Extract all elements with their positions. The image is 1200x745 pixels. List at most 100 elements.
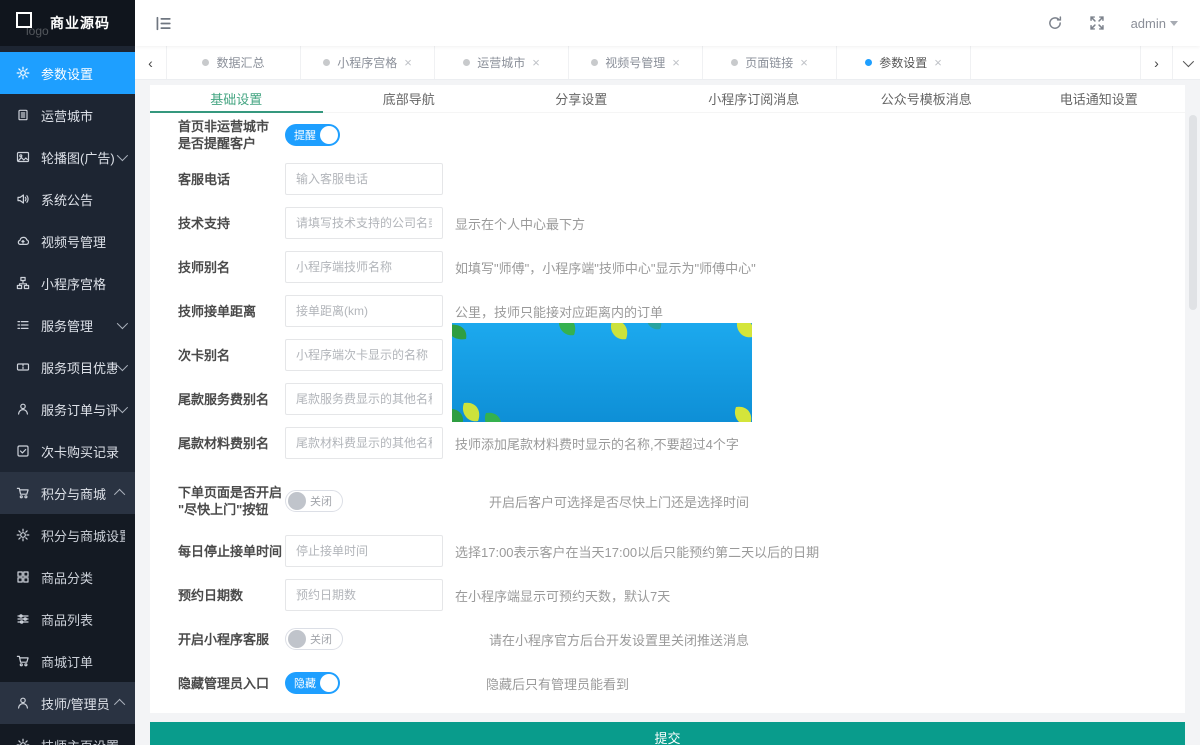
sidebar-item-12[interactable]: 商品分类 [0, 556, 135, 598]
sidebar-item-11[interactable]: 积分与商城设置 [0, 514, 135, 556]
window-tab-3[interactable]: 视频号管理× [569, 46, 703, 79]
field-label: 预约日期数 [178, 587, 285, 604]
toggle-switch-8[interactable]: 关闭 [285, 490, 343, 512]
sidebar-item-label: 商城订单 [41, 652, 125, 671]
toggle-knob [320, 674, 338, 692]
toggle-switch-11[interactable]: 关闭 [285, 628, 343, 650]
city-icon [16, 108, 30, 122]
chevron-down-icon [1182, 55, 1193, 66]
field-input-5[interactable] [285, 339, 443, 371]
submit-button[interactable]: 提交 [150, 722, 1185, 745]
sidebar-item-label: 参数设置 [41, 64, 125, 83]
close-icon[interactable]: × [934, 55, 942, 70]
toggle-switch-0[interactable]: 提醒 [285, 124, 340, 146]
sidebar-item-1[interactable]: 运营城市 [0, 94, 135, 136]
vertical-scrollbar-thumb[interactable] [1189, 115, 1197, 310]
sidebar-item-13[interactable]: 商品列表 [0, 598, 135, 640]
user-menu[interactable]: admin [1131, 16, 1178, 31]
sidebar-item-label: 服务项目优惠券 [41, 358, 117, 377]
sidebar-item-4[interactable]: 视频号管理 [0, 220, 135, 262]
sidebar-item-label: 视频号管理 [41, 232, 125, 251]
collapse-menu-icon[interactable] [155, 15, 172, 32]
close-icon[interactable]: × [532, 55, 540, 70]
window-tab-5[interactable]: 参数设置 × [837, 46, 971, 79]
sidebar-item-8[interactable]: 服务订单与评价 [0, 388, 135, 430]
window-tab-1[interactable]: 小程序宫格× [301, 46, 435, 79]
field-label-line: 下单页面是否开启 [178, 484, 285, 501]
sidebar-item-16[interactable]: 技师主页设置 [0, 724, 135, 745]
tab-status-dot [591, 59, 598, 66]
field-label: 开启小程序客服 [178, 631, 285, 648]
form-row-11: 开启小程序客服关闭请在小程序官方后台开发设置里关闭推送消息 [150, 617, 1185, 661]
sidebar-item-label: 技师主页设置 [41, 736, 125, 745]
field-input-10[interactable] [285, 579, 443, 611]
settings-tab-0[interactable]: 基础设置 [150, 85, 323, 112]
window-tab-2[interactable]: 运营城市× [435, 46, 569, 79]
field-label-line: 技术支持 [178, 215, 285, 232]
sidebar-item-label: 积分与商城设置 [41, 526, 125, 545]
field-input-3[interactable] [285, 251, 443, 283]
form-row-1: 客服电话 [150, 157, 1185, 201]
close-icon[interactable]: × [800, 55, 808, 70]
window-tab-label: 参数设置 [879, 54, 927, 71]
sidebar-item-label: 技师/管理员 [41, 694, 117, 713]
sliders-icon [16, 612, 30, 626]
tabs-scroll-left-button[interactable]: ‹ [135, 46, 167, 79]
settings-tab-5[interactable]: 电话通知设置 [1013, 85, 1186, 112]
settings-tab-3[interactable]: 小程序订阅消息 [668, 85, 841, 112]
sidebar-item-14[interactable]: 商城订单 [0, 640, 135, 682]
window-tab-bar: ‹ 数据汇总小程序宫格×运营城市×视频号管理×页面链接× 参数设置 × › [135, 46, 1200, 80]
sidebar-item-label: 服务订单与评价 [41, 400, 117, 419]
field-label: 尾款材料费别名 [178, 435, 285, 452]
sidebar-item-0[interactable]: 参数设置 [0, 52, 135, 94]
fullscreen-icon[interactable] [1089, 15, 1105, 31]
sidebar-item-9[interactable]: 次卡购买记录 [0, 430, 135, 472]
field-label: 客服电话 [178, 171, 285, 188]
field-input-1[interactable] [285, 163, 443, 195]
sidebar-item-label: 次卡购买记录 [41, 442, 125, 461]
settings-tab-2[interactable]: 分享设置 [495, 85, 668, 112]
field-input-7[interactable] [285, 427, 443, 459]
field-hint: 开启后客户可选择是否尽快上门还是选择时间 [489, 492, 749, 511]
sidebar-item-15[interactable]: 技师/管理员 [0, 682, 135, 724]
field-label: 技术支持 [178, 215, 285, 232]
settings-tab-1[interactable]: 底部导航 [323, 85, 496, 112]
sidebar-item-label: 运营城市 [41, 106, 125, 125]
coupon-icon [16, 360, 30, 374]
tab-status-dot [865, 59, 872, 66]
chevron-down-icon [117, 360, 128, 371]
app-window: logo 商业源码 参数设置运营城市轮播图(广告)系统公告视频号管理小程序宫格服… [0, 0, 1200, 745]
sidebar-item-label: 积分与商城 [41, 484, 117, 503]
field-input-6[interactable] [285, 383, 443, 415]
tab-status-dot [463, 59, 470, 66]
tabs-dropdown-button[interactable] [1172, 46, 1200, 79]
sidebar-item-label: 系统公告 [41, 190, 125, 209]
tabs-scroll-right-button[interactable]: › [1140, 46, 1172, 79]
window-tab-0[interactable]: 数据汇总 [167, 46, 301, 79]
field-label-line: 尾款服务费别名 [178, 391, 285, 408]
sidebar-item-10[interactable]: 积分与商城 [0, 472, 135, 514]
refresh-icon[interactable] [1047, 15, 1063, 31]
tab-status-dot [202, 59, 209, 66]
toggle-label: 提醒 [294, 127, 316, 143]
user-icon [16, 402, 30, 416]
field-input-9[interactable] [285, 535, 443, 567]
form-row-8: 下单页面是否开启"尽快上门"按钮关闭开启后客户可选择是否尽快上门还是选择时间 [150, 473, 1185, 529]
chevron-down-icon [117, 318, 128, 329]
close-icon[interactable]: × [672, 55, 680, 70]
sidebar-item-3[interactable]: 系统公告 [0, 178, 135, 220]
sidebar-item-5[interactable]: 小程序宫格 [0, 262, 135, 304]
field-label: 次卡别名 [178, 347, 285, 364]
window-tab-4[interactable]: 页面链接× [703, 46, 837, 79]
sidebar-item-7[interactable]: 服务项目优惠券 [0, 346, 135, 388]
toggle-switch-12[interactable]: 隐藏 [285, 672, 340, 694]
chevron-down-icon [117, 402, 128, 413]
field-input-2[interactable] [285, 207, 443, 239]
tab-status-dot [731, 59, 738, 66]
field-input-4[interactable] [285, 295, 443, 327]
gear-icon [16, 738, 30, 745]
sidebar-item-2[interactable]: 轮播图(广告) [0, 136, 135, 178]
sidebar-item-6[interactable]: 服务管理 [0, 304, 135, 346]
close-icon[interactable]: × [404, 55, 412, 70]
settings-tab-4[interactable]: 公众号模板消息 [840, 85, 1013, 112]
